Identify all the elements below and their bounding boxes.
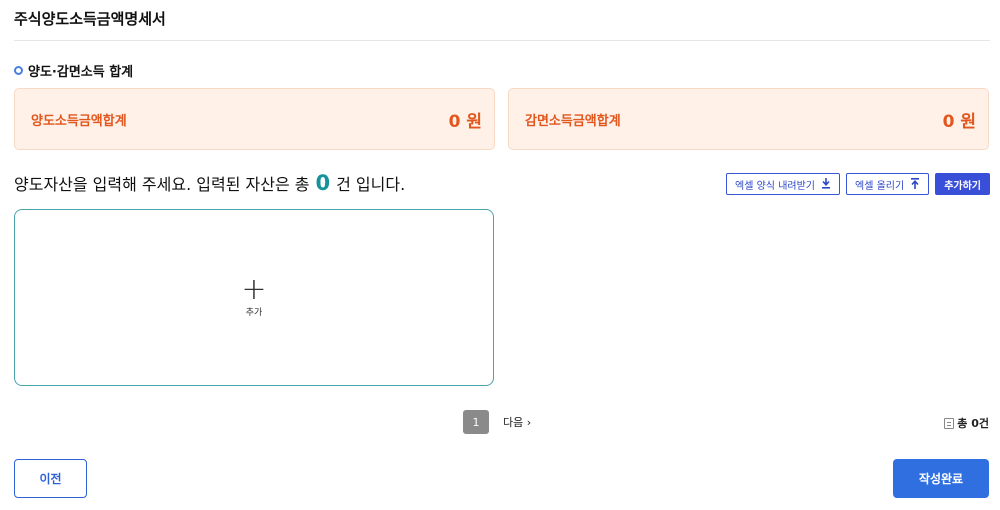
- transfer-income-total-card: 양도소득금액합계 0 원: [14, 88, 495, 150]
- pagination: 1 다음 ›: [463, 410, 531, 434]
- reduction-income-total-label: 감면소득금액합계: [525, 113, 621, 129]
- transfer-income-total-value: 0 원: [448, 111, 482, 132]
- excel-upload-button[interactable]: 엑셀 올리기: [846, 173, 930, 195]
- title-divider: [14, 40, 990, 41]
- asset-message-prefix: 양도자산을 입력해 주세요. 입력된 자산은 총: [14, 175, 310, 194]
- add-asset-card-label: 추가: [245, 308, 263, 318]
- asset-count: 0: [315, 171, 331, 195]
- asset-message-suffix: 건 입니다.: [336, 175, 406, 194]
- reduction-income-total-value: 0 원: [942, 111, 976, 132]
- plus-icon: +: [241, 272, 267, 307]
- section-title: 양도·감면소득 합계: [28, 65, 134, 80]
- excel-download-label: 엑셀 양식 내려받기: [735, 180, 815, 192]
- add-asset-card[interactable]: + 추가: [14, 209, 494, 386]
- download-icon: [821, 177, 831, 191]
- excel-download-button[interactable]: 엑셀 양식 내려받기: [726, 173, 840, 195]
- total-count-text: 총 0건: [957, 417, 989, 430]
- add-asset-button[interactable]: 추가하기: [935, 173, 990, 195]
- bullet-circle-icon: [14, 66, 23, 75]
- complete-button[interactable]: 작성완료: [893, 459, 989, 498]
- next-page-link[interactable]: 다음 ›: [503, 414, 531, 430]
- page-number-current[interactable]: 1: [463, 410, 489, 434]
- reduction-income-total-card: 감면소득금액합계 0 원: [508, 88, 989, 150]
- transfer-income-total-label: 양도소득금액합계: [31, 113, 127, 129]
- asset-toolbar: 엑셀 양식 내려받기 엑셀 올리기 추가하기: [726, 173, 990, 195]
- total-count: 총 0건: [944, 415, 989, 431]
- previous-button[interactable]: 이전: [14, 459, 87, 498]
- upload-icon: [910, 177, 920, 191]
- page-title: 주식양도소득금액명세서: [14, 10, 166, 28]
- asset-count-message: 양도자산을 입력해 주세요. 입력된 자산은 총 0 건 입니다.: [14, 171, 405, 195]
- document-icon: [944, 417, 955, 429]
- excel-upload-label: 엑셀 올리기: [855, 180, 905, 192]
- section-header: 양도·감면소득 합계: [14, 61, 133, 80]
